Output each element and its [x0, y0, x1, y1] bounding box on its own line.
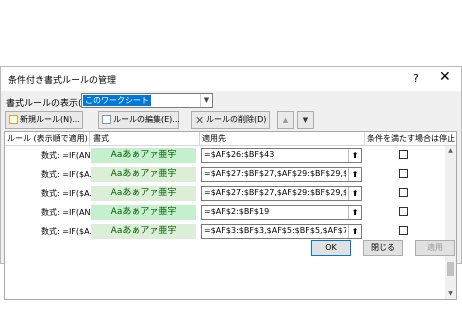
format-preview: Aaあぁアァ亜宇	[91, 167, 196, 182]
title-bar: 条件付き書式ルールの管理 ? ✕	[1, 67, 461, 91]
apply-button[interactable]: 適用	[415, 240, 455, 256]
format-preview: Aaあぁアァ亜宇	[91, 205, 196, 220]
scroll-up-icon[interactable]: ▲	[445, 146, 456, 156]
stop-if-true-checkbox[interactable]	[399, 188, 408, 197]
rules-table: ルール (表示順で適用) 書式 適用先 条件を満たす場合は停止 数式: =IF(…	[4, 131, 457, 300]
conditional-format-dialog: 条件付き書式ルールの管理 ? ✕ 書式ルールの表示(S): このワークシート ▼…	[0, 66, 462, 300]
rule-condition: 数式: =IF($A...	[41, 170, 98, 179]
show-rules-select[interactable]: このワークシート ▼	[81, 93, 213, 108]
applies-to-field[interactable]: =$AF$3:$BF$3,$AF$5:$BF$5,$AF$7:$ ⬆	[201, 224, 362, 239]
rule-condition: 数式: =IF($A...	[41, 227, 98, 236]
close-icon[interactable]: ✕	[439, 70, 451, 84]
rule-toolbar: 新規ルール(N)... ルールの編集(E)... ✕ ルールの削除(D) ▲ ▼	[5, 111, 457, 131]
triangle-up-icon: ▲	[282, 116, 289, 124]
scrollbar-thumb[interactable]	[447, 262, 454, 276]
header-separator	[364, 132, 365, 145]
edit-rule-button[interactable]: ルールの編集(E)...	[98, 111, 180, 129]
applies-to-field[interactable]: =$AF$27:$BF$27,$AF$29:$BF$29,$A ⬆	[201, 186, 362, 201]
applies-to-field[interactable]: =$AF$27:$BF$27,$AF$29:$BF$29,$A ⬆	[201, 167, 362, 182]
table-row[interactable]: 数式: =IF($A... Aaあぁアァ亜宇 =$AF$3:$BF$3,$AF$…	[5, 223, 445, 241]
close-button[interactable]: 閉じる	[363, 240, 403, 256]
move-up-button[interactable]: ▲	[277, 111, 294, 129]
stop-if-true-checkbox[interactable]	[399, 226, 408, 235]
rule-condition: 数式: =IF(AN...	[41, 151, 99, 160]
stop-if-true-checkbox[interactable]	[399, 169, 408, 178]
chevron-down-icon[interactable]: ▼	[200, 94, 212, 107]
column-header-rule: ルール (表示順で適用)	[7, 134, 88, 143]
collapse-range-icon[interactable]: ⬆	[348, 187, 361, 200]
collapse-range-icon[interactable]: ⬆	[348, 168, 361, 181]
table-row[interactable]: 数式: =IF($A... Aaあぁアァ亜宇 =$AF$27:$BF$27,$A…	[5, 185, 445, 203]
applies-to-range: =$AF$2:$BF$19	[204, 207, 270, 216]
stop-if-true-checkbox[interactable]	[399, 207, 408, 216]
table-row[interactable]: 数式: =IF($A... Aaあぁアァ亜宇 =$AF$27:$BF$27,$A…	[5, 166, 445, 184]
new-rule-label: 新規ルール(N)...	[20, 115, 80, 124]
applies-to-range: =$AF$3:$BF$3,$AF$5:$BF$5,$AF$7:$	[204, 226, 346, 235]
applies-to-field[interactable]: =$AF$2:$BF$19 ⬆	[201, 205, 362, 220]
vertical-scrollbar[interactable]: ▲ ▼	[445, 146, 456, 299]
rule-condition: 数式: =IF(AN...	[41, 208, 99, 217]
collapse-range-icon[interactable]: ⬆	[348, 149, 361, 162]
applies-to-field[interactable]: =$AF$26:$BF$43 ⬆	[201, 148, 362, 163]
ok-button[interactable]: OK	[311, 240, 351, 256]
applies-to-range: =$AF$27:$BF$27,$AF$29:$BF$29,$A	[204, 188, 346, 197]
collapse-range-icon[interactable]: ⬆	[348, 206, 361, 219]
column-header-format: 書式	[93, 134, 109, 143]
edit-rule-icon	[102, 115, 111, 124]
edit-rule-label: ルールの編集(E)...	[113, 115, 180, 124]
delete-x-icon: ✕	[195, 114, 205, 127]
header-separator	[199, 132, 200, 145]
delete-rule-label: ルールの削除(D)	[206, 115, 267, 124]
triangle-down-icon: ▼	[302, 116, 309, 124]
table-row[interactable]: 数式: =IF(AN... Aaあぁアァ亜宇 =$AF$26:$BF$43 ⬆	[5, 147, 445, 165]
scroll-down-icon[interactable]: ▼	[445, 289, 456, 299]
delete-rule-button[interactable]: ✕ ルールの削除(D)	[191, 111, 270, 129]
dialog-title: 条件付き書式ルールの管理	[8, 76, 117, 86]
column-header-stop-if-true: 条件を満たす場合は停止	[367, 134, 455, 143]
header-separator	[89, 132, 90, 145]
new-rule-button[interactable]: 新規ルール(N)...	[5, 111, 83, 129]
column-header-applies-to: 適用先	[202, 134, 226, 143]
show-rules-value: このワークシート	[83, 95, 151, 106]
table-row[interactable]: 数式: =IF(AN... Aaあぁアァ亜宇 =$AF$2:$BF$19 ⬆	[5, 204, 445, 222]
help-button[interactable]: ?	[413, 72, 419, 85]
new-rule-icon	[9, 115, 18, 124]
format-preview: Aaあぁアァ亜宇	[91, 186, 196, 201]
rule-condition: 数式: =IF($A...	[41, 189, 98, 198]
move-down-button[interactable]: ▼	[297, 111, 314, 129]
header-divider	[5, 145, 456, 146]
applies-to-range: =$AF$26:$BF$43	[204, 150, 275, 159]
format-preview: Aaあぁアァ亜宇	[91, 224, 196, 239]
applies-to-range: =$AF$27:$BF$27,$AF$29:$BF$29,$A	[204, 169, 346, 178]
stop-if-true-checkbox[interactable]	[399, 150, 408, 159]
collapse-range-icon[interactable]: ⬆	[348, 225, 361, 238]
format-preview: Aaあぁアァ亜宇	[91, 148, 196, 163]
